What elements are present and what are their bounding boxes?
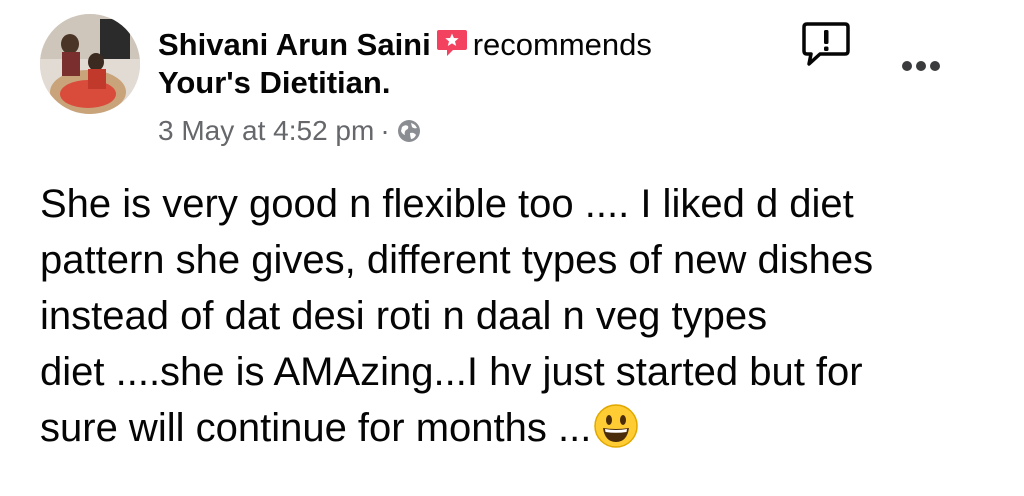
post-header: Shivani Arun Saini recommends Your's Die… [158, 26, 758, 148]
post-timestamp[interactable]: 3 May at 4:52 pm [158, 115, 374, 146]
grinning-face-emoji-icon [593, 403, 639, 449]
post-body-line: diet ....she is AMAzing...I hv just star… [40, 350, 863, 394]
author-name[interactable]: Shivani Arun Saini [158, 27, 431, 62]
post-body-last-line: sure will continue for months ... [40, 400, 990, 456]
more-options-icon[interactable] [900, 58, 942, 74]
recommends-text: recommends [472, 27, 652, 62]
recommended-page-name[interactable]: Your's Dietitian. [158, 64, 758, 102]
post-body-line: pattern she gives, different types of ne… [40, 238, 874, 282]
post-body-line: She is very good n flexible too .... I l… [40, 182, 854, 226]
post-body-line: instead of dat desi roti n daal n veg ty… [40, 294, 768, 338]
post-body-line: sure will continue for months ... [40, 406, 592, 450]
meta-separator: · [380, 115, 390, 146]
post-meta: 3 May at 4:52 pm · [158, 114, 758, 148]
post-body-text: She is very good n flexible too .... I l… [40, 176, 990, 456]
globe-icon [396, 118, 422, 144]
author-avatar[interactable] [40, 14, 140, 114]
report-icon[interactable] [800, 20, 852, 68]
recommend-badge-icon [435, 28, 469, 58]
